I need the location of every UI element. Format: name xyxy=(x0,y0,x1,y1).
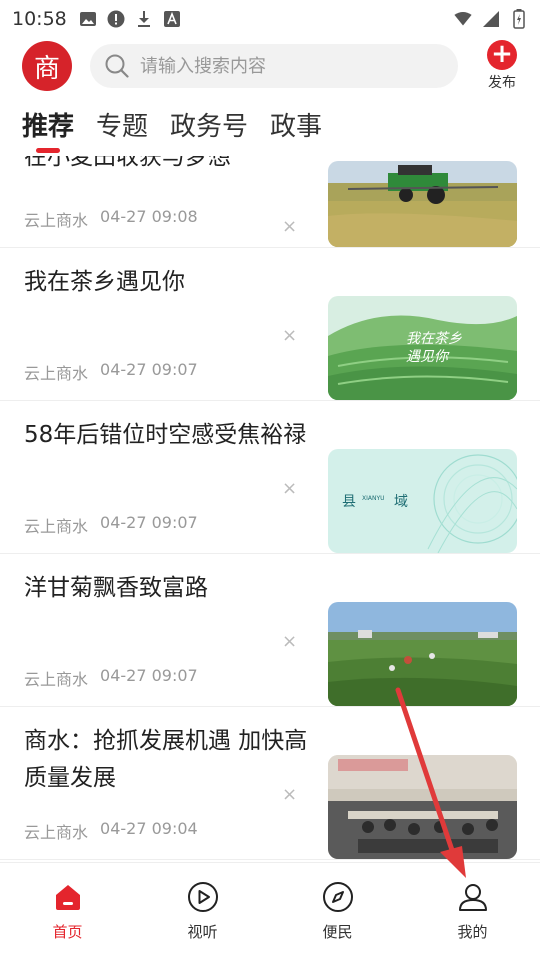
news-item[interactable]: 在小麦田收获与梦想 云上商水 04-27 09:08 × xyxy=(0,156,540,248)
thumbnail-text-xianyu: XIANYU xyxy=(362,495,385,502)
nav-audio-video[interactable]: 视听 xyxy=(135,863,270,960)
wifi-icon xyxy=(454,10,472,28)
news-title: 洋甘菊飘香致富路 xyxy=(24,575,208,601)
tab-label: 专题 xyxy=(96,112,149,142)
compass-icon xyxy=(322,881,354,913)
news-title: 商水：抢抓发展机遇 加快高质量发展 xyxy=(24,728,308,791)
news-source: 云上商水 xyxy=(24,823,89,842)
news-thumbnail-tea-field: 我在茶乡 遇见你 xyxy=(328,296,517,400)
nav-label: 我的 xyxy=(457,923,488,941)
news-time: 04-27 09:04 xyxy=(100,819,198,838)
news-time: 04-27 09:07 xyxy=(100,666,198,685)
search-input[interactable] xyxy=(140,55,440,77)
play-icon xyxy=(187,881,219,913)
search-icon xyxy=(104,53,130,79)
home-icon xyxy=(52,881,84,913)
tab-topics[interactable]: 专题 xyxy=(96,100,148,143)
image-icon xyxy=(79,10,97,28)
news-item[interactable]: 58年后错位时空感受焦裕禄 云上商水 04-27 09:07 × 县 XIANY… xyxy=(0,401,540,554)
nav-label: 首页 xyxy=(52,923,83,941)
news-thumbnail-harvester xyxy=(328,161,517,247)
news-source: 云上商水 xyxy=(24,364,89,383)
bottom-navigation: 首页 视听 便民 我的 xyxy=(0,862,540,960)
app-logo[interactable]: 商 xyxy=(22,41,72,91)
news-time: 04-27 09:08 xyxy=(100,207,198,226)
tab-gov-affairs[interactable]: 政事 xyxy=(270,100,322,143)
alert-icon xyxy=(107,10,125,28)
close-icon[interactable]: × xyxy=(282,327,298,345)
search-box[interactable] xyxy=(90,44,458,88)
active-tab-indicator xyxy=(36,148,60,153)
tab-gov-accounts[interactable]: 政务号 xyxy=(170,100,248,143)
status-system-icons xyxy=(454,9,528,29)
logo-text: 商 xyxy=(33,53,60,84)
user-icon xyxy=(457,881,489,913)
nav-home[interactable]: 首页 xyxy=(0,863,135,960)
close-icon[interactable]: × xyxy=(282,786,298,804)
news-time: 04-27 09:07 xyxy=(100,360,198,379)
nav-mine[interactable]: 我的 xyxy=(405,863,540,960)
close-icon[interactable]: × xyxy=(282,633,298,651)
thumbnail-text-domain: 域 xyxy=(394,494,408,510)
news-thumbnail-chamomile xyxy=(328,602,517,706)
news-meta: 云上商水 04-27 09:07 xyxy=(24,513,198,537)
news-title: 在小麦田收获与梦想 xyxy=(24,156,231,170)
news-feed[interactable]: 在小麦田收获与梦想 云上商水 04-27 09:08 × 我在茶乡遇见你 云上商… xyxy=(0,156,540,862)
news-item[interactable]: 洋甘菊飘香致富路 云上商水 04-27 09:07 × xyxy=(0,554,540,707)
nav-services[interactable]: 便民 xyxy=(270,863,405,960)
publish-label: 发布 xyxy=(488,75,516,91)
news-title: 58年后错位时空感受焦裕禄 xyxy=(24,422,307,448)
news-item[interactable]: 我在茶乡遇见你 云上商水 04-27 09:07 × 我在茶乡 遇见你 xyxy=(0,248,540,401)
tab-label: 推荐 xyxy=(22,112,75,142)
publish-button[interactable]: + 发布 xyxy=(482,40,522,92)
news-item[interactable]: 商水：抢抓发展机遇 加快高质量发展 云上商水 04-27 09:04 × xyxy=(0,707,540,860)
download-icon xyxy=(135,10,153,28)
news-thumbnail-county: 县 XIANYU 域 xyxy=(328,449,517,553)
news-source: 云上商水 xyxy=(24,211,89,230)
top-bar: 商 + 发布 xyxy=(0,38,540,94)
close-icon[interactable]: × xyxy=(282,480,298,498)
status-time: 10:58 xyxy=(12,8,67,30)
news-meta: 云上商水 04-27 09:04 xyxy=(24,819,198,843)
nav-label: 视听 xyxy=(187,923,218,941)
news-meta: 云上商水 04-27 09:08 xyxy=(24,207,198,231)
category-tabs: 推荐 专题 政务号 政事 xyxy=(0,100,540,156)
font-icon xyxy=(163,10,181,28)
news-meta: 云上商水 04-27 09:07 xyxy=(24,360,198,384)
news-source: 云上商水 xyxy=(24,670,89,689)
thumbnail-text-county: 县 xyxy=(342,494,356,510)
status-bar: 10:58 xyxy=(0,0,540,38)
thumbnail-caption: 我在茶乡 遇见你 xyxy=(406,331,462,365)
news-thumbnail-meeting xyxy=(328,755,517,859)
signal-icon xyxy=(482,10,500,28)
news-title: 我在茶乡遇见你 xyxy=(24,269,185,295)
news-meta: 云上商水 04-27 09:07 xyxy=(24,666,198,690)
news-time: 04-27 09:07 xyxy=(100,513,198,532)
battery-icon xyxy=(510,9,528,29)
nav-label: 便民 xyxy=(322,923,353,941)
tab-recommend[interactable]: 推荐 xyxy=(22,100,75,153)
close-icon[interactable]: × xyxy=(282,218,298,236)
tab-label: 政务号 xyxy=(170,112,249,142)
status-notification-icons xyxy=(79,10,181,28)
news-source: 云上商水 xyxy=(24,517,89,536)
plus-icon: + xyxy=(487,40,517,70)
tab-label: 政事 xyxy=(270,112,323,142)
